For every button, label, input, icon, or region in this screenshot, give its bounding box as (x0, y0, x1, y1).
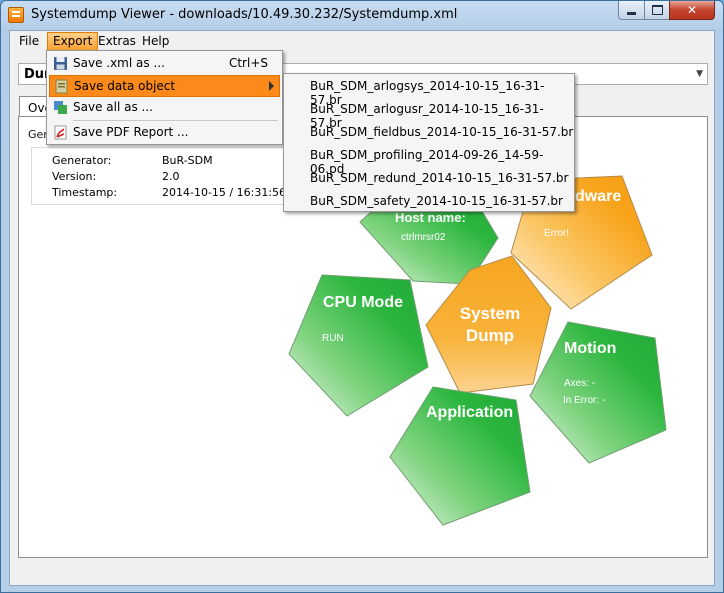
motion-tile[interactable]: Motion Axes: - In Error: - (529, 321, 667, 464)
host-name-title: Host name: (395, 210, 466, 225)
menu-item-save-data-object[interactable]: Save data object (49, 75, 280, 97)
save-pdf-label: Save PDF Report ... (73, 125, 189, 139)
data-object-icon (55, 79, 68, 94)
hardware-title: dware (575, 188, 621, 205)
submenu-item-safety[interactable]: BuR_SDM_safety_2014-10-15_16-31-57.br (310, 194, 563, 208)
data-object-submenu: BuR_SDM_arlogsys_2014-10-15_16-31-57.br … (283, 73, 575, 212)
submenu-item-fieldbus[interactable]: BuR_SDM_fieldbus_2014-10-15_16-31-57.br (310, 125, 573, 139)
menu-item-save-xml[interactable]: Save .xml as ... Ctrl+S (49, 53, 280, 75)
floppy-disk-icon (54, 57, 67, 70)
save-all-icon (54, 101, 67, 114)
submenu-item-redund[interactable]: BuR_SDM_redund_2014-10-15_16-31-57.br (310, 171, 568, 185)
motion-title: Motion (564, 340, 616, 357)
motion-in-error: In Error: - (563, 395, 605, 406)
save-all-label: Save all as ... (73, 100, 153, 114)
submenu-arrow-icon (269, 81, 274, 91)
save-data-object-label: Save data object (74, 79, 176, 93)
system-dump-line1: System (460, 304, 520, 323)
pdf-icon (54, 125, 67, 140)
host-name-value: ctrlmrsr02 (401, 232, 446, 243)
motion-axes: Axes: - (564, 378, 595, 389)
save-xml-label: Save .xml as ... (73, 56, 165, 70)
menu-item-save-pdf[interactable]: Save PDF Report ... (49, 122, 280, 144)
cpu-mode-title: CPU Mode (323, 294, 403, 311)
system-dump-line2: Dump (466, 326, 514, 345)
export-menu: Save .xml as ... Ctrl+S Save data object… (46, 50, 283, 145)
cpu-mode-value: RUN (322, 333, 344, 344)
menu-separator (73, 120, 278, 121)
cpu-mode-tile[interactable]: CPU Mode RUN (288, 274, 429, 417)
hardware-status: Error! (544, 228, 569, 239)
application-title: Application (426, 404, 513, 421)
application-tile[interactable]: Application (389, 386, 531, 526)
save-xml-shortcut: Ctrl+S (228, 56, 268, 70)
menu-item-save-all[interactable]: Save all as ... (49, 97, 280, 119)
